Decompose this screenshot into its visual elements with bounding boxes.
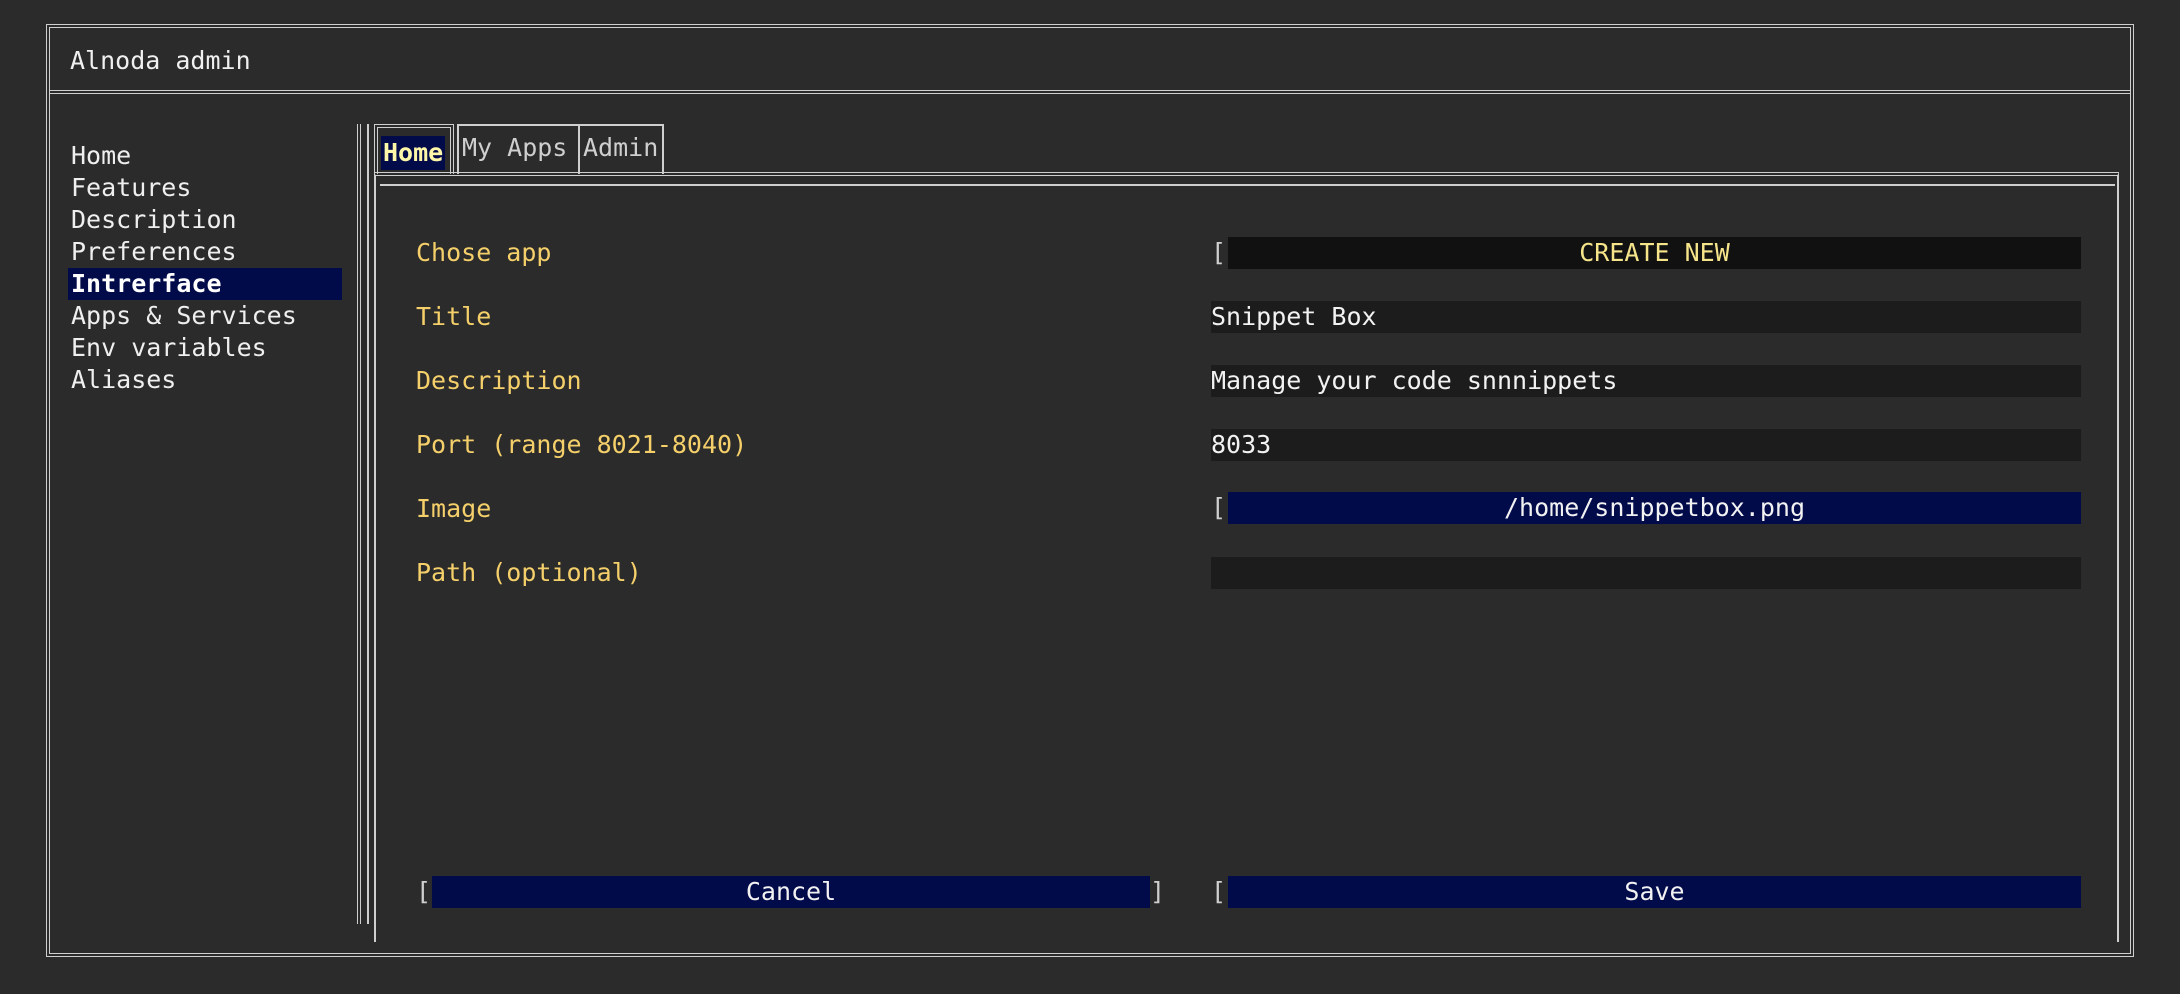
path-field[interactable] xyxy=(1211,557,2081,589)
title-field[interactable]: Snippet Box xyxy=(1211,301,2081,333)
title-label: Title xyxy=(416,302,492,331)
panel-inner-border xyxy=(380,184,2115,186)
description-field[interactable]: Manage your code snnnippets xyxy=(1211,365,2081,397)
tab-home[interactable]: Home xyxy=(374,124,454,174)
sidebar-item-home[interactable]: Home xyxy=(68,140,342,172)
description-label: Description xyxy=(416,366,582,395)
image-picker-button[interactable]: /home/snippetbox.png xyxy=(1228,492,2081,524)
save-bracket-open: [ xyxy=(1211,877,1227,906)
title-separator xyxy=(50,90,2130,94)
port-label: Port (range 8021-8040) xyxy=(416,430,748,459)
sidebar-item-env-variables[interactable]: Env variables xyxy=(68,332,342,364)
sidebar-item-apps-services[interactable]: Apps & Services xyxy=(68,300,342,332)
app-title: Alnoda admin xyxy=(70,46,251,75)
save-button[interactable]: Save xyxy=(1228,876,2081,908)
sidebar-item-aliases[interactable]: Aliases xyxy=(68,364,342,396)
sidebar-divider[interactable] xyxy=(357,124,369,924)
chose-app-label: Chose app xyxy=(416,238,552,267)
cancel-bracket-close: ] xyxy=(1150,877,1166,906)
sidebar-item-interface[interactable]: Intrerface xyxy=(68,268,342,300)
path-label: Path (optional) xyxy=(416,558,642,587)
tab-my-apps[interactable]: My Apps xyxy=(457,124,580,174)
sidebar-item-preferences[interactable]: Preferences xyxy=(68,236,342,268)
image-label: Image xyxy=(416,494,492,523)
create-new-button[interactable]: CREATE NEW xyxy=(1228,237,2081,269)
image-bracket: [ xyxy=(1211,493,1227,522)
tab-admin[interactable]: Admin xyxy=(578,124,664,174)
cancel-bracket-open: [ xyxy=(416,877,432,906)
sidebar-item-description[interactable]: Description xyxy=(68,204,342,236)
cancel-button[interactable]: Cancel xyxy=(432,876,1150,908)
sidebar-menu: Home Features Description Preferences In… xyxy=(68,140,342,396)
sidebar-item-features[interactable]: Features xyxy=(68,172,342,204)
tab-home-label: Home xyxy=(381,136,446,170)
port-field[interactable]: 8033 xyxy=(1211,429,2081,461)
chose-app-bracket: [ xyxy=(1211,238,1227,267)
